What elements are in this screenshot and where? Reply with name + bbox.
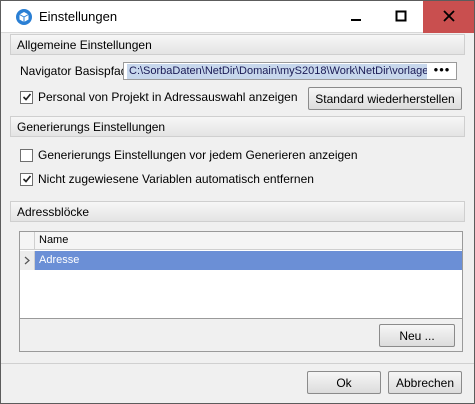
settings-dialog: Einstellungen Allgemeine Einstellungen N… [0, 0, 475, 404]
generation-section-header: Generierungs Einstellungen [10, 116, 465, 137]
maximize-icon [395, 10, 407, 25]
restore-defaults-button[interactable]: Standard wiederherstellen [308, 87, 462, 110]
navigator-path-value[interactable]: C:\SorbaDaten\NetDir\Domain\myS2018\Work… [127, 64, 427, 79]
checkmark-icon [22, 175, 31, 183]
ok-button[interactable]: Ok [307, 371, 381, 394]
dialog-button-bar: Ok Abbrechen [1, 363, 474, 403]
address-blocks-section-title: Adressblöcke [17, 205, 90, 219]
navigator-path-label: Navigator Basispfad [20, 64, 128, 78]
show-settings-checkbox-label: Generierungs Einstellungen vor jedem Gen… [38, 148, 358, 162]
address-blocks-grid[interactable]: Name Adresse [19, 231, 463, 319]
personal-checkbox[interactable] [20, 90, 33, 104]
chevron-right-icon [24, 256, 30, 265]
restore-defaults-label: Standard wiederherstellen [315, 91, 455, 106]
general-section-title: Allgemeine Einstellungen [17, 38, 152, 52]
maximize-button[interactable] [378, 1, 423, 33]
new-address-block-label: Neu ... [399, 328, 435, 343]
cube-icon [16, 9, 32, 25]
general-section-header: Allgemeine Einstellungen [10, 34, 465, 55]
navigator-path-field[interactable]: C:\SorbaDaten\NetDir\Domain\myS2018\Work… [123, 62, 457, 80]
table-cell-name[interactable]: Adresse [39, 254, 79, 266]
remove-variables-checkbox-row[interactable]: Nicht zugewiesene Variablen automatisch … [20, 172, 314, 186]
cancel-button-label: Abbrechen [395, 375, 455, 390]
window-title: Einstellungen [39, 9, 118, 24]
row-selector[interactable] [20, 251, 35, 270]
show-settings-checkbox[interactable] [20, 148, 33, 162]
grid-corner [20, 232, 35, 250]
minimize-icon [350, 10, 362, 25]
minimize-button[interactable] [333, 1, 378, 33]
grid-header: Name [20, 232, 462, 250]
remove-variables-checkbox-label: Nicht zugewiesene Variablen automatisch … [38, 172, 314, 186]
close-button[interactable] [423, 1, 474, 33]
personal-checkbox-row[interactable]: Personal von Projekt in Adressauswahl an… [20, 90, 298, 104]
new-address-block-button[interactable]: Neu ... [379, 324, 455, 347]
ok-button-label: Ok [336, 375, 352, 390]
address-blocks-section-header: Adressblöcke [10, 201, 465, 222]
browse-button[interactable]: ••• [430, 63, 454, 79]
close-icon [442, 9, 455, 25]
grid-footer: Neu ... [19, 319, 463, 352]
remove-variables-checkbox[interactable] [20, 172, 33, 186]
show-settings-checkbox-row[interactable]: Generierungs Einstellungen vor jedem Gen… [20, 148, 358, 162]
personal-checkbox-label: Personal von Projekt in Adressauswahl an… [38, 90, 298, 104]
generation-section-title: Generierungs Einstellungen [17, 120, 166, 134]
column-header-name[interactable]: Name [39, 234, 68, 246]
title-bar[interactable]: Einstellungen [1, 1, 474, 33]
table-row[interactable]: Adresse [20, 251, 462, 270]
cancel-button[interactable]: Abbrechen [388, 371, 462, 394]
checkmark-icon [22, 93, 31, 101]
